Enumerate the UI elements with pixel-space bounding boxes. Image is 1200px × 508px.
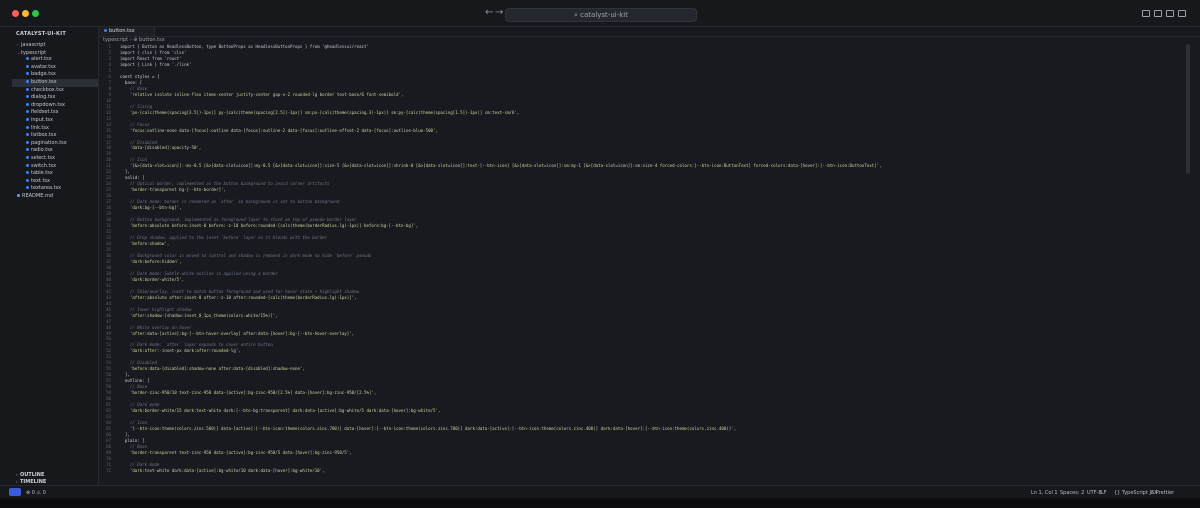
tree-file[interactable]: checkbox.tsx: [12, 87, 98, 95]
command-center-search[interactable]: ⌕ catalyst-ui-kit: [505, 8, 697, 22]
tree-file[interactable]: alert.tsx: [12, 56, 98, 64]
tsx-file-icon: [26, 155, 29, 159]
code-line[interactable]: 72 'dark:text-white dark:data-[active]:b…: [99, 468, 1184, 474]
close-window-button[interactable]: [12, 10, 19, 17]
tree-file[interactable]: README.md: [12, 193, 98, 201]
tree-file[interactable]: input.tsx: [12, 117, 98, 125]
tree-file[interactable]: link.tsx: [12, 125, 98, 133]
tree-item-label: dropdown.tsx: [31, 101, 65, 108]
file-tree: › javascript ⌄typescript alert.tsx avatar.ts…: [12, 41, 98, 200]
cursor-position[interactable]: Ln 1, Col 1: [1031, 490, 1058, 496]
back-arrow-icon[interactable]: ←: [485, 7, 493, 18]
tree-folder[interactable]: › javascript: [12, 41, 98, 49]
tsx-file-icon: [26, 102, 29, 106]
encoding[interactable]: UTF-8: [1087, 490, 1102, 496]
tsx-file-icon: [26, 79, 29, 83]
tree-item-label: alert.tsx: [31, 56, 52, 63]
tree-item-label: fieldset.tsx: [31, 109, 59, 116]
tab-button-tsx[interactable]: button.tsx: [99, 27, 155, 36]
tree-file[interactable]: switch.tsx: [12, 163, 98, 171]
tree-item-label: switch.tsx: [31, 162, 57, 169]
tsx-file-icon: [26, 72, 29, 76]
problems-indicator[interactable]: ⊗ 0 ⚠ 0: [26, 490, 46, 496]
minimize-window-button[interactable]: [22, 10, 29, 17]
tree-file[interactable]: dialog.tsx: [12, 94, 98, 102]
editor-window: ← → ⌕ catalyst-ui-kit CATALYST-UI-KIT › j…: [0, 0, 1200, 508]
tree-file[interactable]: textarea.tsx: [12, 185, 98, 193]
toggle-panel-icon[interactable]: [1154, 10, 1162, 17]
tree-item-label: radio.tsx: [31, 147, 53, 154]
tree-item-label: dialog.tsx: [31, 94, 56, 101]
tree-item-label: badge.tsx: [31, 71, 56, 78]
tree-item-label: textarea.tsx: [31, 185, 62, 192]
tree-item-label: javascript: [21, 42, 46, 48]
tree-file[interactable]: listbox.tsx: [12, 132, 98, 140]
tree-file[interactable]: avatar.tsx: [12, 64, 98, 72]
tree-item-label: pagination.tsx: [31, 139, 67, 146]
toggle-sidebar-icon[interactable]: [1142, 10, 1150, 17]
breadcrumb[interactable]: typescript › ⊕ button.tsx: [103, 37, 165, 43]
tree-file[interactable]: pagination.tsx: [12, 140, 98, 148]
tsx-file-icon: [26, 95, 29, 99]
tree-file[interactable]: button.tsx: [12, 78, 98, 87]
markdown-file-icon: [17, 193, 20, 197]
tsx-file-icon: [26, 110, 29, 114]
tsx-file-icon: [26, 163, 29, 167]
tsx-file-icon: [26, 140, 29, 144]
outline-section[interactable]: › OUTLINE: [16, 472, 44, 478]
tree-item-label: table.tsx: [31, 170, 53, 177]
tree-item-label: input.tsx: [31, 116, 53, 123]
tree-file[interactable]: select.tsx: [12, 155, 98, 163]
customize-layout-icon[interactable]: [1178, 10, 1186, 17]
tree-item-label: button.tsx: [31, 78, 57, 85]
tsx-file-icon: [26, 133, 29, 137]
tree-item-label: text.tsx: [31, 177, 50, 184]
remote-indicator-icon[interactable]: [9, 488, 21, 496]
tree-item-label: link.tsx: [31, 124, 49, 131]
tree-item-label: select.tsx: [31, 154, 55, 161]
status-bar: ⊗ 0 ⚠ 0 Ln 1, Col 1 Spaces: 2 UTF-8 LF {…: [0, 485, 1200, 499]
tree-item-label: avatar.tsx: [31, 63, 56, 70]
tsx-file-icon: [26, 117, 29, 121]
tsx-file-icon: [104, 29, 107, 32]
indentation[interactable]: Spaces: 2: [1060, 490, 1084, 496]
tree-item-label: listbox.tsx: [31, 132, 57, 139]
explorer-title: CATALYST-UI-KIT: [16, 31, 67, 37]
tree-file[interactable]: badge.tsx: [12, 71, 98, 79]
tree-item-label: checkbox.tsx: [31, 86, 64, 93]
tree-file[interactable]: fieldset.tsx: [12, 109, 98, 117]
maximize-window-button[interactable]: [32, 10, 39, 17]
tree-item-label: typescript: [21, 49, 47, 56]
activity-bar: [0, 27, 12, 498]
line-ending[interactable]: LF: [1101, 490, 1107, 496]
prettier-status[interactable]: ✓ Prettier: [1150, 490, 1174, 496]
tree-file[interactable]: table.tsx: [12, 170, 98, 178]
desktop-background: [0, 498, 1200, 508]
tree-file[interactable]: text.tsx: [12, 178, 98, 186]
code-editor[interactable]: 1 import { Button as HeadlessButton, type…: [99, 44, 1184, 485]
tsx-file-icon: [26, 178, 29, 182]
toggle-secondary-sidebar-icon[interactable]: [1166, 10, 1174, 17]
code-text: 'dark:text-white dark:data-[active]:bg-w…: [120, 467, 325, 473]
forward-arrow-icon[interactable]: →: [495, 7, 503, 18]
tsx-file-icon: [26, 64, 29, 68]
scrollbar-thumb[interactable]: [1186, 44, 1190, 174]
line-number: 72: [106, 467, 111, 473]
tsx-file-icon: [26, 148, 29, 152]
editor-tab-bar: button.tsx: [99, 27, 1200, 37]
tree-file[interactable]: radio.tsx: [12, 147, 98, 155]
tsx-file-icon: [26, 57, 29, 61]
tree-item-label: README.md: [22, 192, 54, 199]
tsx-file-icon: [26, 186, 29, 190]
tsx-file-icon: [26, 125, 29, 129]
tsx-file-icon: [26, 171, 29, 175]
explorer-sidebar: CATALYST-UI-KIT › javascript ⌄typescript al…: [12, 27, 99, 498]
title-bar: ← → ⌕ catalyst-ui-kit: [0, 0, 1200, 27]
tsx-file-icon: [26, 87, 29, 91]
tree-folder[interactable]: ⌄typescript: [12, 49, 98, 57]
tree-file[interactable]: dropdown.tsx: [12, 102, 98, 110]
